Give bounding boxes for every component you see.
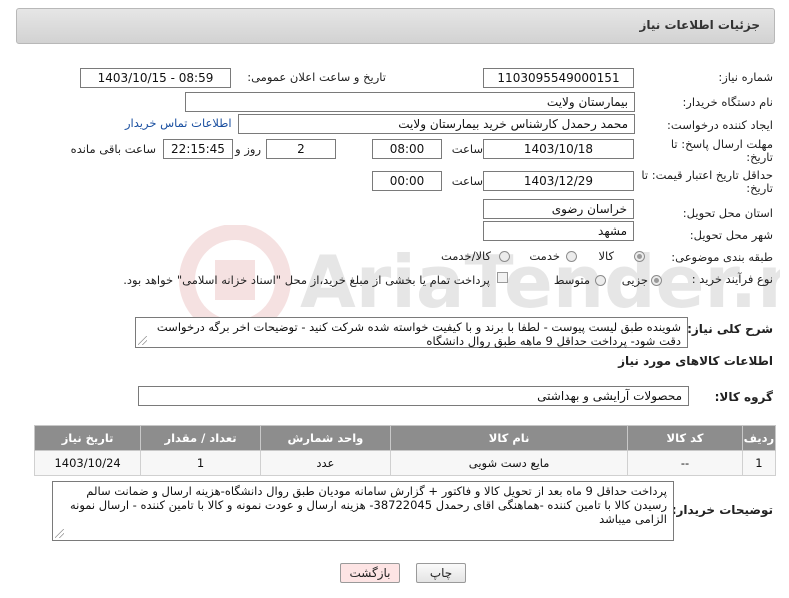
process-radio-medium[interactable] [595,275,606,286]
remaining-time-field[interactable]: 22:15:45 [163,139,233,159]
goods-table-header: ردیف کد کالا نام کالا واحد شمارش تعداد /… [33,425,777,451]
panel-title: جزئیات اطلاعات نیاز [639,18,760,32]
cell-qty: 1 [140,450,261,476]
category-radio-goods[interactable] [634,251,645,262]
remaining-time-label: ساعت باقی مانده [70,142,156,156]
process-option-medium: متوسط [553,273,590,287]
process-type-label: نوع فرآیند خرید : [691,272,773,286]
category-option-service: خدمت [529,249,560,263]
description-text: شوینده طبق لیست پیوست - لطفا با برند و ب… [156,320,681,348]
cell-code: -- [627,450,743,476]
buyer-org-label: نام دستگاه خریدار: [682,95,773,109]
announce-datetime-label: تاریخ و ساعت اعلان عمومی: [247,70,386,84]
cell-date: 1403/10/24 [33,450,142,476]
days-label: روز و [235,142,261,156]
buyer-notes-label: توضیحات خریدار: [671,503,773,517]
reply-deadline-label-line2: تاریخ: [746,150,773,164]
buyer-org-field[interactable]: بیمارستان ولایت [185,92,635,112]
category-label: طبقه بندی موضوعی: [671,250,773,264]
back-button[interactable]: بازگشت [340,563,400,583]
resize-grip-icon[interactable] [55,529,64,538]
buyer-notes-textarea[interactable]: پرداخت حداقل 9 ماه بعد از تحویل کالا و ف… [52,481,674,541]
need-number-label: شماره نیاز: [718,70,773,84]
price-validity-label: حداقل تاریخ اعتبار قیمت: تا [641,168,773,182]
cell-unit: عدد [259,450,391,476]
price-validity-time-field[interactable]: 00:00 [372,171,442,191]
reply-deadline-date-field[interactable]: 1403/10/18 [483,139,634,159]
remaining-days-field[interactable]: 2 [266,139,336,159]
print-button[interactable]: چاپ [416,563,466,583]
announce-datetime-field[interactable]: 1403/10/15 - 08:59 [80,68,231,88]
delivery-province-field[interactable]: خراسان رضوی [483,199,634,219]
description-label: شرح کلی نیاز: [687,322,773,336]
category-option-goods: کالا [598,249,614,263]
reply-deadline-time-field[interactable]: 08:00 [372,139,442,159]
process-radio-minor[interactable] [651,275,662,286]
col-name: نام کالا [389,425,629,451]
need-number-field[interactable]: 1103095549000151 [483,68,634,88]
goods-section-title: اطلاعات کالاهای مورد نیاز [618,354,773,368]
price-validity-date-field[interactable]: 1403/12/29 [483,171,634,191]
treasury-payment-checkbox[interactable] [497,272,508,283]
col-row: ردیف [741,425,777,451]
table-row[interactable]: 1 -- مایع دست شویی عدد 1 1403/10/24 [33,450,777,476]
cell-row: 1 [741,450,777,476]
delivery-city-label: شهر محل تحویل: [689,228,773,242]
category-radio-service[interactable] [566,251,577,262]
reply-deadline-time-label: ساعت [451,142,483,156]
requester-label: ایجاد کننده درخواست: [667,118,773,132]
reply-deadline-label: مهلت ارسال پاسخ: تا [670,137,773,151]
buyer-notes-text: پرداخت حداقل 9 ماه بعد از تحویل کالا و ف… [69,484,667,526]
treasury-payment-note: پرداخت تمام یا بخشی از مبلغ خرید،از محل … [123,273,490,287]
price-validity-time-label: ساعت [451,174,483,188]
goods-group-label: گروه کالا: [714,390,773,404]
goods-group-field[interactable]: محصولات آرایشی و بهداشتی [138,386,689,406]
category-radio-goods-service[interactable] [499,251,510,262]
col-qty: تعداد / مقدار [140,425,261,451]
category-option-goods-service: کالا/خدمت [440,249,491,263]
resize-grip-icon[interactable] [138,336,147,345]
process-option-minor: جزیی [621,273,648,287]
description-textarea[interactable]: شوینده طبق لیست پیوست - لطفا با برند و ب… [135,317,688,348]
col-code: کد کالا [627,425,743,451]
requester-field[interactable]: محمد رحمدل کارشناس خرید بیمارستان ولایت [238,114,635,134]
col-unit: واحد شمارش [259,425,391,451]
details-panel-header: جزئیات اطلاعات نیاز [16,8,775,44]
col-date: تاریخ نیاز [33,425,142,451]
buyer-contact-link[interactable]: اطلاعات تماس خریدار [125,116,232,130]
goods-table: ردیف کد کالا نام کالا واحد شمارش تعداد /… [33,425,777,476]
delivery-province-label: استان محل تحویل: [682,206,773,220]
delivery-city-field[interactable]: مشهد [483,221,634,241]
cell-name: مایع دست شویی [389,450,629,476]
price-validity-label-line2: تاریخ: [746,181,773,195]
